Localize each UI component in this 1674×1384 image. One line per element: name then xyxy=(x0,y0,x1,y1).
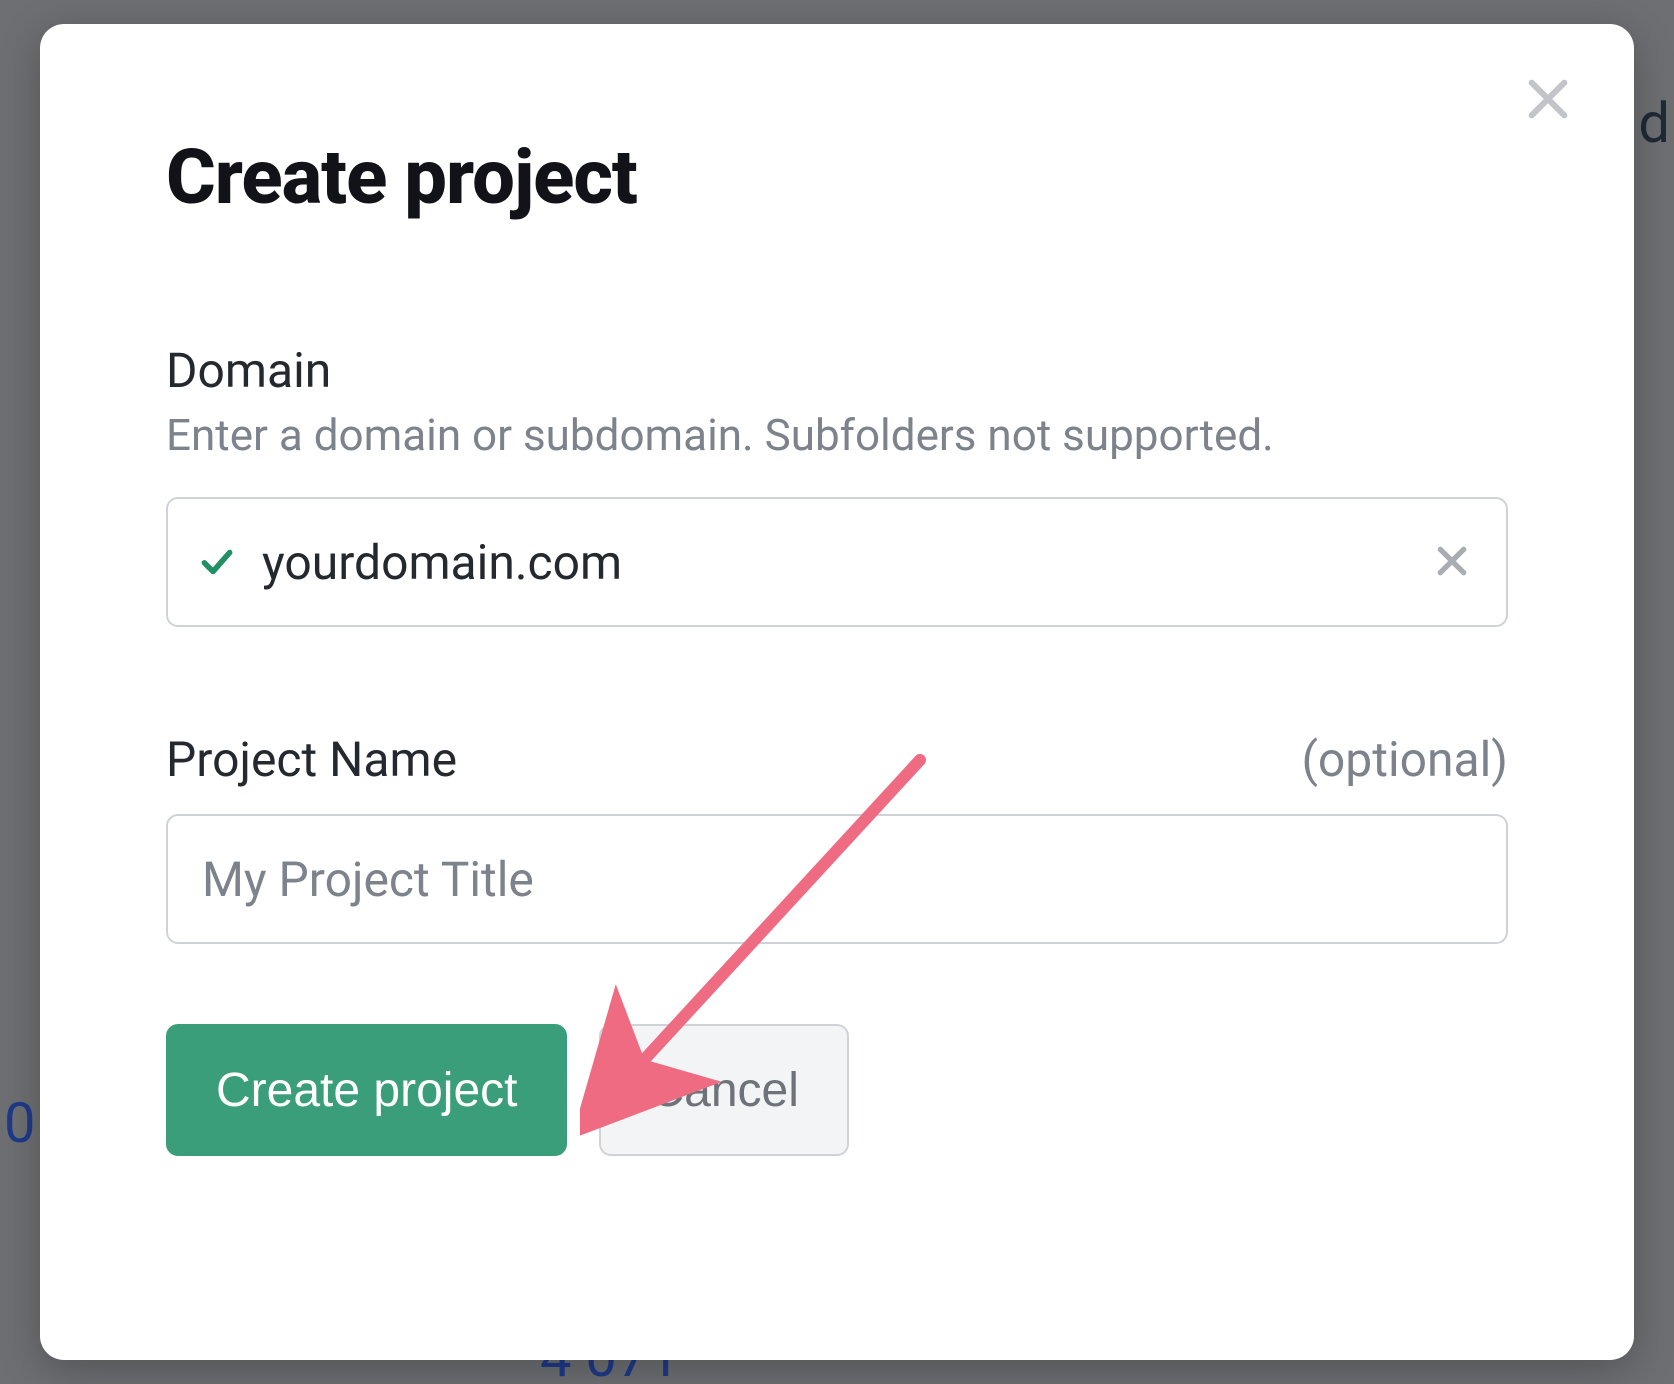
close-button[interactable] xyxy=(1514,66,1582,134)
project-name-field: Project Name (optional) xyxy=(166,731,1508,944)
x-icon xyxy=(1432,541,1472,584)
create-project-modal: Create project Domain Enter a domain or … xyxy=(40,24,1634,1360)
check-icon xyxy=(198,543,236,581)
domain-help-text: Enter a domain or subdomain. Subfolders … xyxy=(166,409,1508,461)
domain-field: Domain Enter a domain or subdomain. Subf… xyxy=(166,342,1508,627)
close-icon xyxy=(1520,71,1576,130)
domain-input-container[interactable]: yourdomain.com xyxy=(166,497,1508,627)
project-name-optional: (optional) xyxy=(1301,731,1508,788)
modal-actions: Create project Cancel xyxy=(166,1024,1554,1156)
modal-title: Create project xyxy=(166,132,1554,222)
project-name-input[interactable] xyxy=(166,814,1508,944)
background-text-fragment: d xyxy=(1638,90,1670,156)
clear-domain-button[interactable] xyxy=(1428,538,1476,586)
background-number-fragment-left: 0 xyxy=(4,1090,35,1156)
project-name-label: Project Name xyxy=(166,731,457,788)
domain-input-value[interactable]: yourdomain.com xyxy=(262,534,1402,591)
domain-label: Domain xyxy=(166,342,1508,399)
create-project-button[interactable]: Create project xyxy=(166,1024,567,1156)
cancel-button[interactable]: Cancel xyxy=(599,1024,848,1156)
